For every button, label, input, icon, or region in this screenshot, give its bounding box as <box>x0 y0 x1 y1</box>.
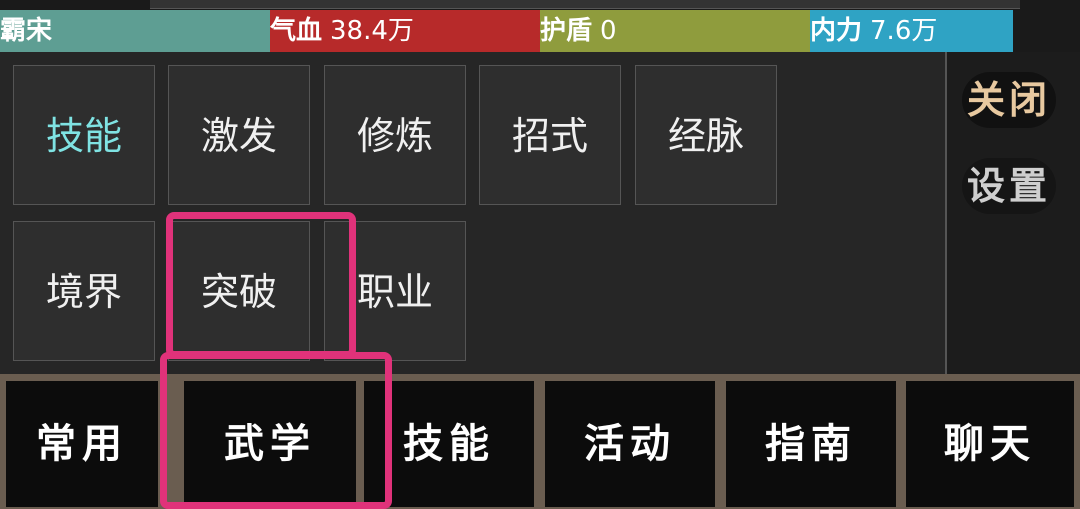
mp-bar: 内力 7.6万 <box>810 10 1013 52</box>
top-strip <box>150 0 1020 9</box>
hp-bar: 气血 38.4万 <box>270 10 540 52</box>
tab-martial-arts[interactable]: 武学 <box>184 381 356 507</box>
player-name: 霸宋 <box>0 16 53 46</box>
tab-skills[interactable]: 技能 <box>364 381 534 507</box>
shield-label: 护盾 <box>540 16 593 46</box>
mp-label: 内力 <box>810 16 863 46</box>
menu-tile-skills[interactable]: 技能 <box>13 65 155 205</box>
tab-chat[interactable]: 聊天 <box>906 381 1074 507</box>
tab-guide[interactable]: 指南 <box>726 381 896 507</box>
settings-button[interactable]: 设置 <box>962 158 1056 214</box>
hp-label: 气血 <box>270 16 323 46</box>
player-name-bar: 霸宋 <box>0 10 270 52</box>
menu-tile-profession[interactable]: 职业 <box>324 221 466 361</box>
tab-common[interactable]: 常用 <box>6 381 158 507</box>
mp-value: 7.6万 <box>870 16 938 46</box>
tab-activities[interactable]: 活动 <box>545 381 715 507</box>
shield-value: 0 <box>600 16 617 46</box>
menu-tile-cultivate[interactable]: 修炼 <box>324 65 466 205</box>
close-button[interactable]: 关闭 <box>962 72 1056 128</box>
menu-tile-activate[interactable]: 激发 <box>168 65 310 205</box>
menu-tile-moves[interactable]: 招式 <box>479 65 621 205</box>
hp-value: 38.4万 <box>330 16 414 46</box>
menu-tile-realm[interactable]: 境界 <box>13 221 155 361</box>
shield-bar: 护盾 0 <box>540 10 810 52</box>
menu-tile-breakthrough[interactable]: 突破 <box>168 221 310 361</box>
menu-tile-meridians[interactable]: 经脉 <box>635 65 777 205</box>
